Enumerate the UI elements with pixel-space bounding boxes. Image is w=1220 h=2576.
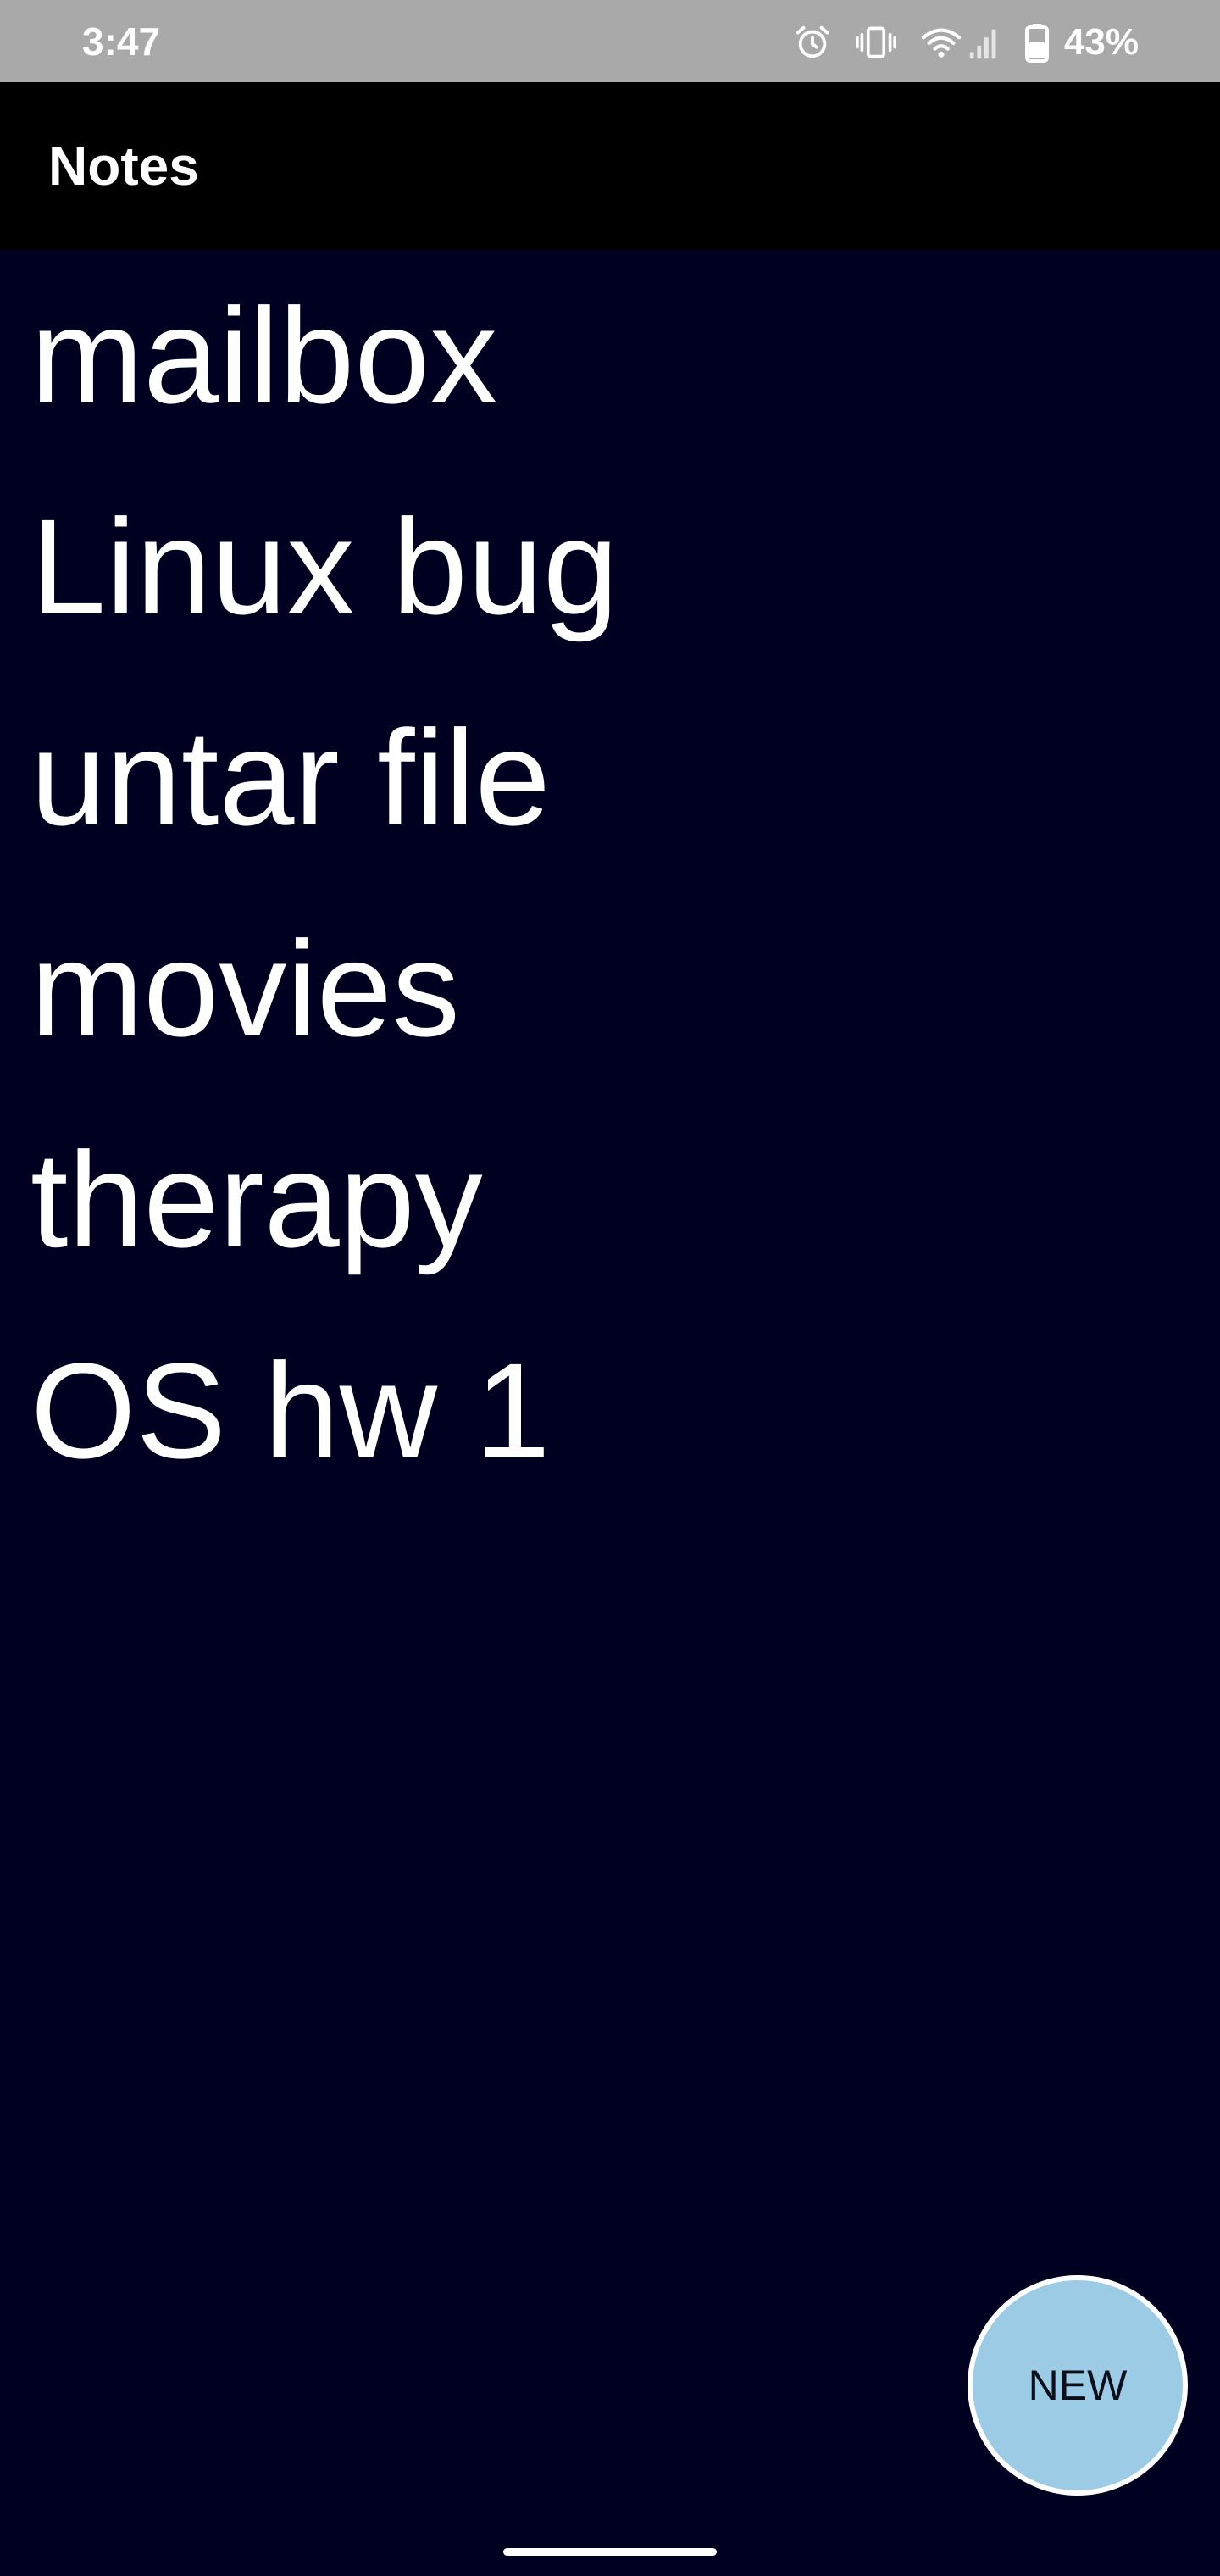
- note-item[interactable]: mailbox: [0, 250, 1220, 461]
- status-icons: 43%: [793, 19, 1139, 66]
- note-item[interactable]: OS hw 1: [0, 1305, 1220, 1516]
- app-title: Notes: [48, 136, 199, 197]
- note-item[interactable]: Linux bug: [0, 461, 1220, 672]
- note-item[interactable]: therapy: [0, 1094, 1220, 1305]
- note-item[interactable]: movies: [0, 883, 1220, 1094]
- wifi-icon: [920, 23, 962, 62]
- alarm-icon: [793, 23, 832, 62]
- signal-icon: [968, 23, 1001, 62]
- status-time: 3:47: [82, 19, 161, 64]
- app-bar: Notes: [0, 82, 1220, 250]
- battery-icon: [1024, 22, 1049, 63]
- notes-list: mailbox Linux bug untar file movies ther…: [0, 250, 1220, 1516]
- status-bar: 3:47 43%: [0, 0, 1220, 82]
- vibrate-icon: [855, 23, 896, 62]
- new-note-button[interactable]: NEW: [968, 2275, 1188, 2496]
- gesture-navigation-bar[interactable]: [503, 2548, 717, 2556]
- notes-screen: 3:47 43% Notes mailbox Linux bug untar f…: [0, 0, 1220, 2576]
- note-item[interactable]: untar file: [0, 672, 1220, 883]
- battery-percent: 43%: [1063, 21, 1139, 63]
